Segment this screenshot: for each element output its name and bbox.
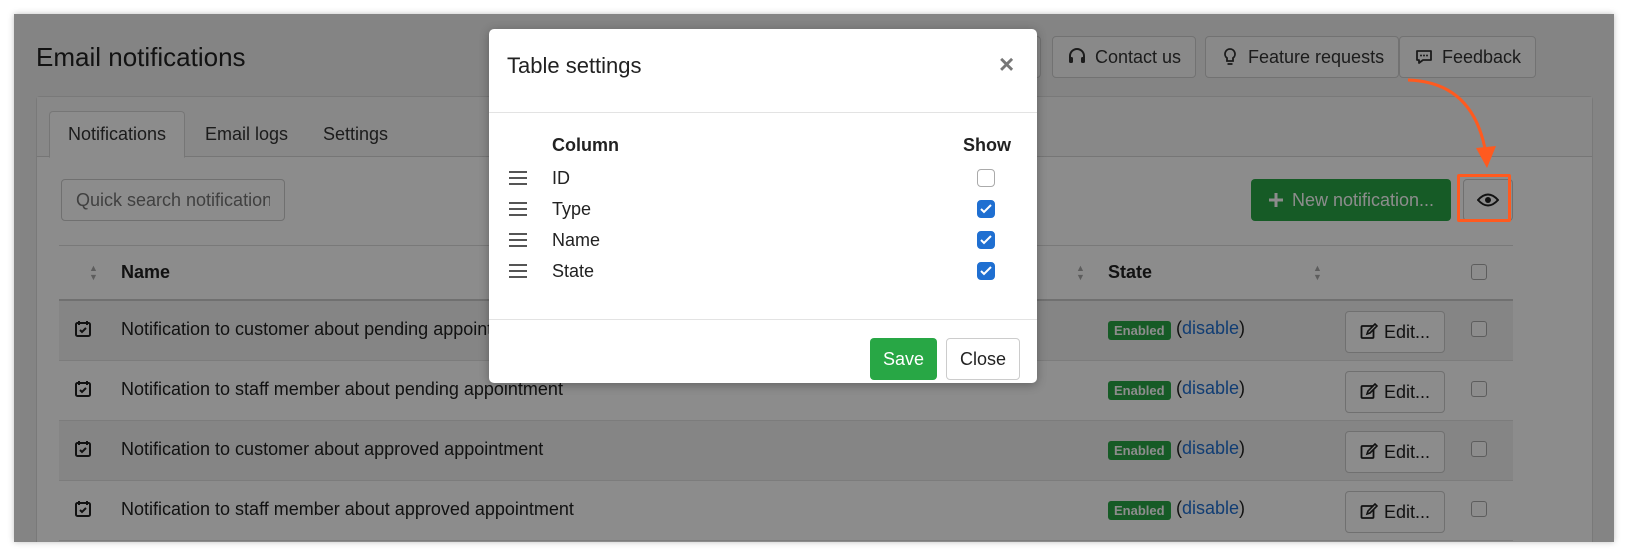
column-row-name: Name — [489, 228, 1037, 259]
show-checkbox[interactable] — [977, 231, 995, 249]
divider — [489, 112, 1037, 113]
drag-handle-icon[interactable] — [509, 171, 527, 185]
close-button[interactable]: Close — [946, 338, 1020, 380]
column-label: State — [552, 261, 595, 281]
column-row-id: ID — [489, 166, 1037, 197]
checkmark-icon — [980, 235, 992, 245]
show-checkbox[interactable] — [977, 169, 995, 187]
divider — [489, 319, 1037, 320]
column-label: Name — [552, 230, 601, 250]
annotation-arrow-icon — [1407, 78, 1496, 168]
column-label: ID — [552, 168, 570, 188]
modal-title: Table settings — [507, 53, 642, 78]
column-header: Column — [552, 135, 619, 155]
checkmark-icon — [980, 204, 992, 214]
drag-handle-icon[interactable] — [509, 202, 527, 216]
close-icon[interactable]: × — [999, 49, 1014, 80]
column-label: Type — [552, 199, 592, 219]
column-row-state: State — [489, 259, 1037, 290]
column-row-type: Type — [489, 197, 1037, 228]
table-settings-modal: Table settings × Column Show ID Type Nam… — [489, 29, 1037, 383]
show-checkbox[interactable] — [977, 262, 995, 280]
save-button[interactable]: Save — [870, 338, 937, 380]
checkmark-icon — [980, 266, 992, 276]
app-frame: Email notifications Contact us Feature r… — [14, 14, 1614, 542]
show-checkbox[interactable] — [977, 200, 995, 218]
drag-handle-icon[interactable] — [509, 264, 527, 278]
drag-handle-icon[interactable] — [509, 233, 527, 247]
show-header: Show — [963, 135, 1011, 155]
